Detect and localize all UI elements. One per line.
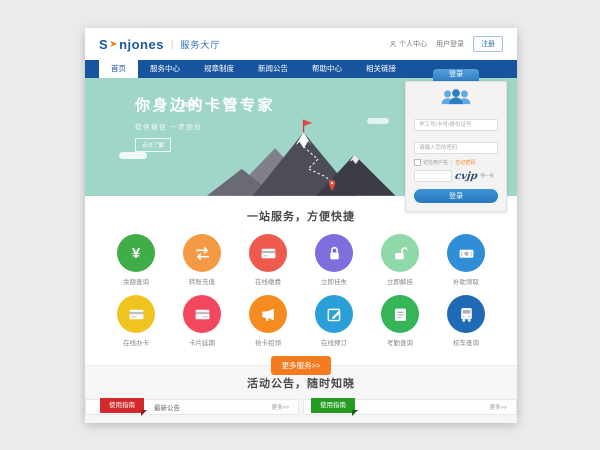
service-item-balance[interactable]: ¥ 余额查询	[103, 234, 169, 286]
edit-icon	[315, 295, 353, 333]
services-grid: ¥ 余额查询 转账充值 在线缴费 立即挂失	[103, 234, 499, 347]
captcha-input[interactable]	[414, 170, 452, 182]
service-item-pay[interactable]: 在线缴费	[235, 234, 301, 286]
users-icon	[439, 88, 473, 105]
nav-item-home[interactable]: 首页	[99, 60, 138, 78]
logo[interactable]: S➤njones	[99, 37, 164, 52]
nav-item-news[interactable]: 新闻公告	[246, 60, 300, 78]
banknote-icon	[447, 234, 485, 272]
register-button[interactable]: 注册	[473, 36, 503, 52]
megaphone-icon	[249, 295, 287, 333]
card-icon	[183, 295, 221, 333]
hero-banner: 你身边的卡管专家 提供捷径 一步到位 点击了解 登录	[85, 78, 517, 196]
hero-subtitle: 提供捷径 一步到位	[135, 121, 275, 131]
service-item-card-renew[interactable]: 卡片延期	[169, 295, 235, 347]
list-icon	[381, 295, 419, 333]
more-link-right[interactable]: 更多>>	[490, 403, 507, 411]
logo-text: S	[99, 37, 108, 52]
captcha-image[interactable]: cvjp	[454, 171, 478, 182]
remember-label: 记住用户名	[423, 159, 448, 166]
yen-icon: ¥	[117, 234, 155, 272]
service-item-online-booking[interactable]: 在线预订	[301, 295, 367, 347]
card-icon	[249, 234, 287, 272]
login-submit-button[interactable]: 登录	[414, 189, 498, 203]
lock-icon	[315, 234, 353, 272]
login-panel: 登录 记住用户名 | 忘记密码 cvjp 换一张	[405, 69, 507, 212]
logo-text-rest: njones	[119, 37, 164, 52]
bus-icon	[447, 295, 485, 333]
product-name: 服务大厅	[180, 38, 220, 51]
more-services-button[interactable]: 更多服务>>	[271, 356, 332, 375]
nav-item-rules[interactable]: 规章制度	[192, 60, 246, 78]
personal-center-link[interactable]: 个人中心	[389, 39, 427, 49]
page: S➤njones | 服务大厅 个人中心 用户登录 注册 首页 服务中心 规章制…	[85, 28, 517, 422]
service-item-subsidy[interactable]: 补助领取	[433, 234, 499, 286]
service-item-attendance[interactable]: 考勤查询	[367, 295, 433, 347]
header-right: 个人中心 用户登录 注册	[389, 36, 503, 52]
hero-text: 你身边的卡管专家 提供捷径 一步到位 点击了解	[135, 94, 275, 152]
guide-panel-left: 使用指南 最新公告 更多>>	[85, 399, 299, 415]
password-input[interactable]	[414, 142, 498, 154]
hero-title: 你身边的卡管专家	[135, 94, 275, 115]
service-item-apply-card[interactable]: 在线办卡	[103, 295, 169, 347]
more-link-left[interactable]: 更多>>	[272, 403, 289, 411]
user-login-link[interactable]: 用户登录	[436, 39, 464, 49]
service-item-transfer[interactable]: 转账充值	[169, 234, 235, 286]
username-input[interactable]	[414, 119, 498, 131]
service-item-report-loss[interactable]: 立即挂失	[301, 234, 367, 286]
nav-item-links[interactable]: 相关链接	[354, 60, 408, 78]
user-icon	[389, 40, 397, 48]
service-item-unlock[interactable]: 立即解挂	[367, 234, 433, 286]
forgot-password-link[interactable]: 忘记密码	[455, 159, 475, 166]
logo-arrow-icon: ➤	[109, 39, 118, 50]
services-section: 一站服务，方便快捷 ¥ 余额查询 转账充值 在线缴费	[85, 196, 517, 365]
nav-item-service-center[interactable]: 服务中心	[138, 60, 192, 78]
cloud-shape	[119, 152, 147, 159]
nav-item-help-center[interactable]: 帮助中心	[300, 60, 354, 78]
guide-panel-right: 使用指南 更多>>	[303, 399, 517, 415]
tab-usage-guide[interactable]: 使用指南	[100, 398, 144, 413]
unlock-icon	[381, 234, 419, 272]
hero-cta-button[interactable]: 点击了解	[135, 138, 171, 152]
header: S➤njones | 服务大厅 个人中心 用户登录 注册	[85, 28, 517, 60]
transfer-icon	[183, 234, 221, 272]
header-divider: |	[171, 39, 173, 49]
service-item-school-bus[interactable]: 校车查询	[433, 295, 499, 347]
login-tab[interactable]: 登录	[433, 69, 479, 81]
remember-checkbox[interactable]	[414, 159, 421, 166]
tab-usage-guide-right[interactable]: 使用指南	[311, 398, 355, 413]
captcha-refresh-link[interactable]: 换一张	[481, 173, 495, 179]
card-icon	[117, 295, 155, 333]
tab-latest-news[interactable]: 最新公告	[154, 402, 180, 412]
service-item-found-card[interactable]: 拾卡招领	[235, 295, 301, 347]
